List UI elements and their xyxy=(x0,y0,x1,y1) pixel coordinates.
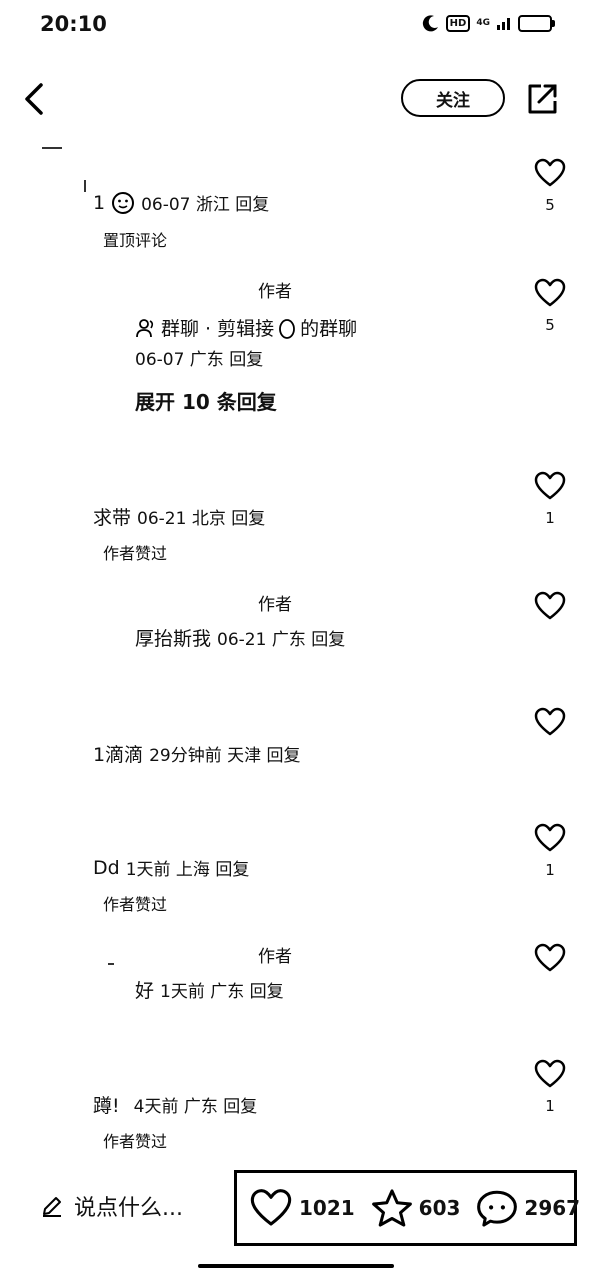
reply-author-suffix[interactable]: 的群聊 xyxy=(300,314,357,341)
like-total: 1021 xyxy=(299,1196,355,1220)
network-label: 4G xyxy=(476,17,490,28)
pinned-tag: 置顶评论 xyxy=(103,231,168,250)
comment-input[interactable]: 说点什么... xyxy=(40,1190,183,1222)
heart-icon[interactable] xyxy=(534,471,566,501)
egg-icon xyxy=(279,318,296,339)
heart-icon[interactable] xyxy=(534,1059,566,1089)
heart-icon[interactable] xyxy=(534,278,566,308)
follow-button[interactable]: 关注 xyxy=(401,79,505,117)
comment-author[interactable]: 求带 xyxy=(93,503,131,530)
expand-replies-button[interactable]: 展开 10 条回复 xyxy=(135,386,277,415)
reply-meta[interactable]: 06-21 广东 回复 xyxy=(217,625,345,650)
like-button[interactable]: 1021 xyxy=(249,1188,355,1228)
comment-meta[interactable]: 29分钟前 天津 回复 xyxy=(149,741,300,766)
chat-bubble-icon xyxy=(477,1190,518,1227)
comment-author[interactable]: 1滴滴 xyxy=(93,740,143,767)
author-liked-tag: 作者赞过 xyxy=(103,895,168,914)
comment-input-placeholder[interactable]: 说点什么... xyxy=(74,1190,183,1222)
cursor-mark xyxy=(84,180,86,192)
reply-author[interactable]: 好 xyxy=(135,976,154,1003)
comment-button[interactable]: 2967 xyxy=(476,1188,580,1228)
comment-row[interactable]: 求带 06-21 北京 回复 xyxy=(93,503,265,530)
comment-author[interactable]: Dd xyxy=(93,857,120,879)
reply-row[interactable]: 厚抬斯我 06-21 广东 回复 xyxy=(135,624,345,651)
comment-row[interactable]: Dd 1天前 上海 回复 xyxy=(93,855,250,881)
comment-meta[interactable]: 4天前 广东 回复 xyxy=(134,1092,258,1117)
comment-total: 2967 xyxy=(524,1196,581,1220)
battery-icon xyxy=(518,14,555,32)
hd-badge: HD xyxy=(445,14,471,32)
comment-row[interactable]: 蹲! 4天前 广东 回复 xyxy=(93,1091,257,1118)
action-group: 1021 603 2967 xyxy=(234,1170,580,1246)
heart-icon[interactable] xyxy=(534,943,566,973)
comment-author[interactable]: 蹲! xyxy=(93,1091,120,1118)
reply-meta[interactable]: 1天前 广东 回复 xyxy=(160,977,284,1002)
comment-meta[interactable]: 1天前 上海 回复 xyxy=(126,855,250,880)
reply-author[interactable]: 厚抬斯我 xyxy=(135,624,211,651)
reply-row[interactable]: 群聊 · 剪辑接 的群聊 xyxy=(135,314,357,341)
moon-icon xyxy=(422,15,438,32)
like-count: 5 xyxy=(545,316,555,334)
heart-icon[interactable] xyxy=(534,707,566,737)
like-count: 1 xyxy=(545,509,555,527)
like-count: 1 xyxy=(545,861,555,879)
heart-icon[interactable] xyxy=(534,823,566,853)
author-liked-tag: 作者赞过 xyxy=(103,544,168,563)
favorite-total: 603 xyxy=(418,1196,461,1220)
author-label: 作者 xyxy=(258,595,292,615)
favorite-button[interactable]: 603 xyxy=(371,1188,461,1228)
author-label: 作者 xyxy=(258,282,292,302)
heart-icon[interactable] xyxy=(534,158,566,188)
comment-meta[interactable]: 06-21 北京 回复 xyxy=(137,504,265,529)
group-icon xyxy=(136,318,154,337)
like-count: 5 xyxy=(545,196,555,214)
back-icon[interactable] xyxy=(22,82,46,116)
reply-meta[interactable]: 06-07 广东 回复 xyxy=(135,345,263,370)
comment-row[interactable]: 1 06-07 浙江 回复 xyxy=(93,190,269,215)
home-indicator[interactable] xyxy=(198,1264,394,1268)
smiley-emoji-icon xyxy=(112,191,135,214)
like-count: 1 xyxy=(545,1097,555,1115)
status-icons: HD 4G xyxy=(422,14,555,32)
author-liked-tag: 作者赞过 xyxy=(103,1132,168,1151)
reply-row[interactable]: 好 1天前 广东 回复 xyxy=(135,976,284,1003)
heart-icon[interactable] xyxy=(534,591,566,621)
comment-row[interactable]: 1滴滴 29分钟前 天津 回复 xyxy=(93,740,301,767)
reply-author[interactable]: 群聊 · 剪辑接 xyxy=(161,314,274,341)
divider xyxy=(108,963,114,965)
comment-meta[interactable]: 06-07 浙江 回复 xyxy=(141,190,269,215)
heart-icon xyxy=(250,1189,292,1226)
share-icon[interactable] xyxy=(525,82,559,116)
status-time: 20:10 xyxy=(40,12,107,36)
author-label: 作者 xyxy=(258,947,292,967)
divider xyxy=(42,147,62,149)
signal-icon xyxy=(497,18,510,30)
comment-author[interactable]: 1 xyxy=(93,192,105,214)
star-icon xyxy=(371,1189,412,1227)
pencil-icon xyxy=(43,1197,61,1217)
